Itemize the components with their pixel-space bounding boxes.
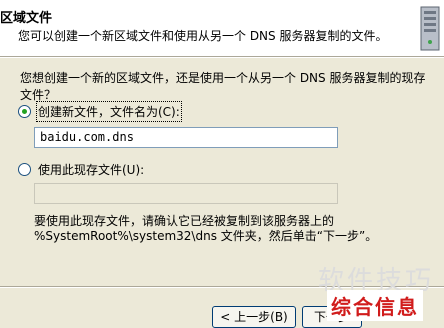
- create-new-file-radio[interactable]: [18, 105, 31, 118]
- header-divider: [0, 56, 444, 58]
- new-file-name-input[interactable]: baidu.com.dns: [34, 127, 338, 148]
- use-existing-file-option[interactable]: 使用此现存文件(U):: [18, 161, 144, 178]
- note-line-1: 要使用此现存文件，请确认它已经被复制到该服务器上的: [34, 214, 335, 228]
- page-subtitle: 您可以创建一个新区域文件和使用从另一个 DNS 服务器复制的文件。: [18, 29, 388, 43]
- watermark-bottom: 综合信息: [327, 290, 423, 321]
- question-text: 您想创建一个新的区域文件，还是使用一个从另一个 DNS 服务器复制的现存文件？: [20, 71, 426, 102]
- create-new-file-label[interactable]: 创建新文件，文件名为(C):: [36, 101, 182, 122]
- use-existing-file-label[interactable]: 使用此现存文件(U):: [38, 161, 144, 178]
- page-title: 区域文件: [0, 11, 53, 26]
- create-new-file-option[interactable]: 创建新文件，文件名为(C):: [18, 101, 182, 122]
- wizard-header: 区域文件 您可以创建一个新区域文件和使用从另一个 DNS 服务器复制的文件。: [0, 0, 444, 56]
- existing-file-name-input: [34, 183, 338, 204]
- use-existing-file-radio[interactable]: [18, 163, 31, 176]
- note-line-2: %SystemRoot%\system32\dns 文件夹，然后单击“下一步”。: [34, 229, 378, 243]
- existing-file-note: 要使用此现存文件，请确认它已经被复制到该服务器上的 %SystemRoot%\s…: [34, 214, 434, 244]
- server-icon: [420, 6, 440, 51]
- back-button[interactable]: < 上一步(B): [212, 306, 296, 328]
